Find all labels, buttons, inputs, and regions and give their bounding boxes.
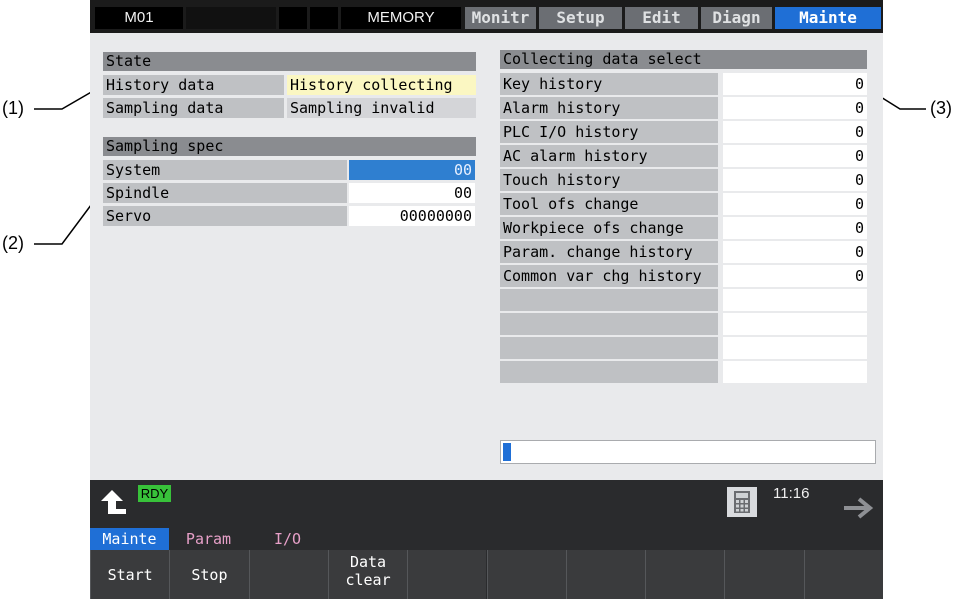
system-label: System	[103, 160, 347, 180]
collecting-label	[500, 337, 718, 359]
softkey[interactable]	[407, 550, 487, 599]
top-status-bar: M01 MEMORY Monitr Setup Edit Diagn Maint…	[90, 0, 883, 33]
softkey[interactable]	[645, 550, 725, 599]
nc-screen: M01 MEMORY Monitr Setup Edit Diagn Maint…	[90, 0, 883, 599]
softkey-label: clear	[345, 571, 391, 589]
up-arrow-icon[interactable]	[97, 487, 129, 517]
collecting-label	[500, 361, 718, 383]
servo-field[interactable]: 00000000	[349, 206, 475, 226]
collecting-label: Workpiece ofs change	[500, 217, 718, 239]
collecting-value-field[interactable]: 0	[723, 145, 867, 167]
sampling-spec-header: Sampling spec	[103, 137, 476, 156]
right-arrow-icon[interactable]	[842, 496, 876, 520]
softkey-label: Start	[107, 566, 153, 584]
collecting-value-field[interactable]: 0	[723, 97, 867, 119]
collecting-value-field[interactable]	[723, 361, 867, 383]
softkey[interactable]: Stop	[169, 550, 249, 599]
menu-tab-edit[interactable]: Edit	[625, 7, 698, 29]
progress-bar	[500, 440, 876, 464]
collecting-label: Tool ofs change	[500, 193, 718, 215]
status-slot	[310, 7, 338, 29]
menu-tab-diagn[interactable]: Diagn	[701, 7, 772, 29]
collecting-value-field[interactable]	[723, 337, 867, 359]
softkey[interactable]	[803, 550, 883, 599]
state-header: State	[103, 52, 476, 71]
calculator-icon[interactable]	[727, 487, 757, 517]
history-data-value: History collecting	[287, 75, 476, 95]
softkey[interactable]	[486, 550, 566, 599]
program-number: M01	[95, 7, 183, 29]
collecting-value-field[interactable]: 0	[723, 241, 867, 263]
ready-indicator: RDY	[138, 485, 171, 502]
collecting-value-field[interactable]	[723, 313, 867, 335]
menu-tab-setup[interactable]: Setup	[539, 7, 622, 29]
spindle-label: Spindle	[103, 183, 347, 203]
collecting-label: PLC I/O history	[500, 121, 718, 143]
collecting-label: Alarm history	[500, 97, 718, 119]
menu-tab-mainte[interactable]: Mainte	[775, 7, 881, 29]
sampling-data-value: Sampling invalid	[287, 98, 476, 118]
status-slot	[186, 7, 276, 29]
spindle-field[interactable]: 00	[349, 183, 475, 203]
progress-fill	[503, 443, 511, 461]
collecting-value-field[interactable]: 0	[723, 73, 867, 95]
collecting-value-field[interactable]	[723, 289, 867, 311]
operation-mode: MEMORY	[341, 7, 461, 29]
collecting-label: Touch history	[500, 169, 718, 191]
tab-io[interactable]: I/O	[248, 528, 327, 550]
collecting-value-field[interactable]: 0	[723, 193, 867, 215]
sampling-data-label: Sampling data	[103, 98, 284, 118]
collecting-value-field[interactable]: 0	[723, 121, 867, 143]
menu-tab-monitr[interactable]: Monitr	[465, 7, 536, 29]
collecting-label: Common var chg history	[500, 265, 718, 287]
collecting-value-field[interactable]: 0	[723, 169, 867, 191]
tab-param[interactable]: Param	[169, 528, 248, 550]
collecting-header: Collecting data select	[500, 50, 867, 69]
softkey[interactable]	[565, 550, 646, 599]
history-data-label: History data	[103, 75, 284, 95]
softkey-label: Stop	[191, 566, 228, 584]
softkey-label: Data	[349, 553, 387, 571]
servo-label: Servo	[103, 206, 347, 226]
system-field[interactable]: 00	[349, 160, 475, 180]
collecting-value-field[interactable]: 0	[723, 265, 867, 287]
collecting-label	[500, 289, 718, 311]
softkey[interactable]: Data clear	[327, 550, 408, 599]
collecting-label: Param. change history	[500, 241, 718, 263]
clock: 11:16	[773, 485, 810, 502]
status-slot	[279, 7, 307, 29]
collecting-label: AC alarm history	[500, 145, 718, 167]
collecting-value-field[interactable]: 0	[723, 217, 867, 239]
softkey[interactable]: Start	[90, 550, 170, 599]
collecting-label: Key history	[500, 73, 718, 95]
collecting-label	[500, 313, 718, 335]
softkey[interactable]	[724, 550, 804, 599]
tab-mainte[interactable]: Mainte	[90, 528, 169, 550]
softkey[interactable]	[248, 550, 328, 599]
